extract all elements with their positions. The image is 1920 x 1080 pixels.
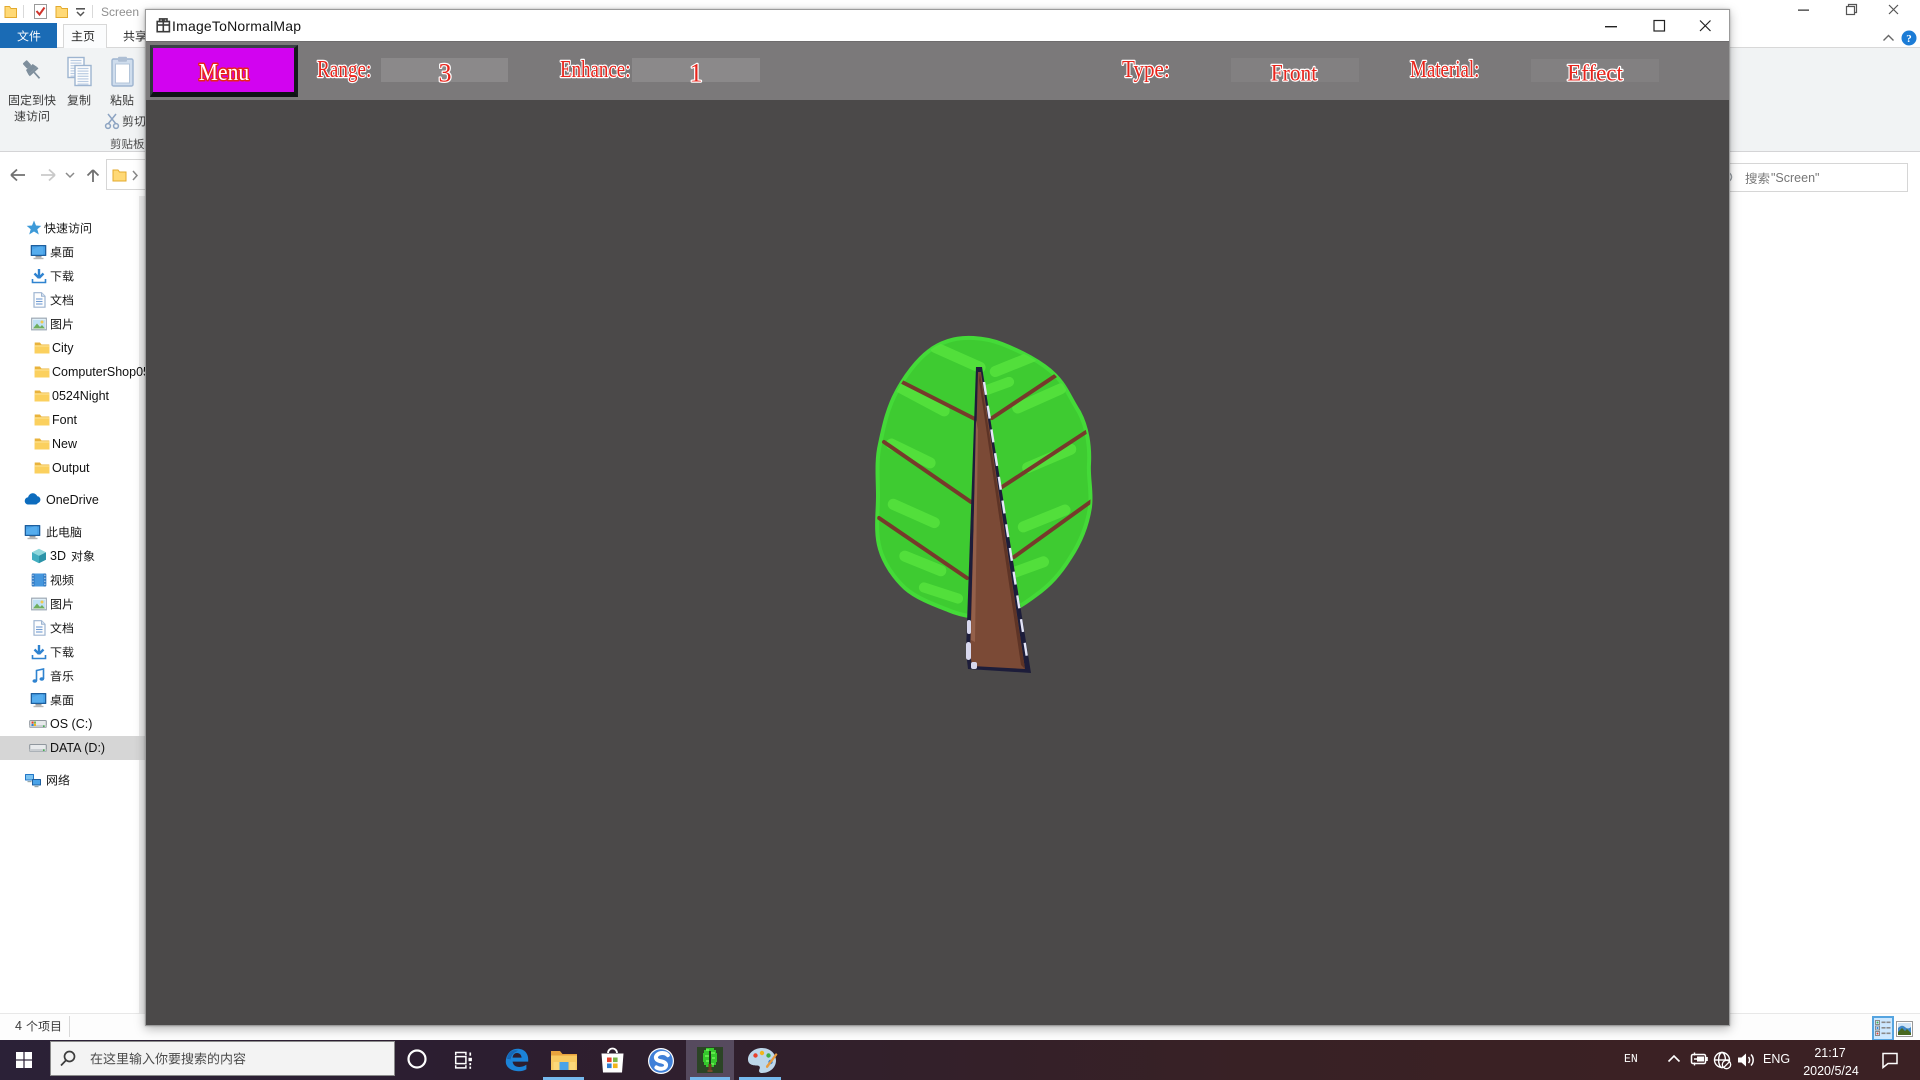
svg-text:Front: Front xyxy=(1271,60,1318,86)
svg-text:3: 3 xyxy=(439,59,452,88)
svg-text:Menu: Menu xyxy=(199,59,250,85)
svg-text:Range:: Range: xyxy=(317,56,371,83)
svg-text:Type:: Type: xyxy=(1122,56,1170,83)
svg-text:Effect: Effect xyxy=(1567,61,1623,86)
svg-text:?: ? xyxy=(1906,33,1912,45)
svg-text:Material:: Material: xyxy=(1410,56,1479,83)
svg-text:Enhance:: Enhance: xyxy=(560,56,630,83)
svg-text:1: 1 xyxy=(690,59,703,88)
